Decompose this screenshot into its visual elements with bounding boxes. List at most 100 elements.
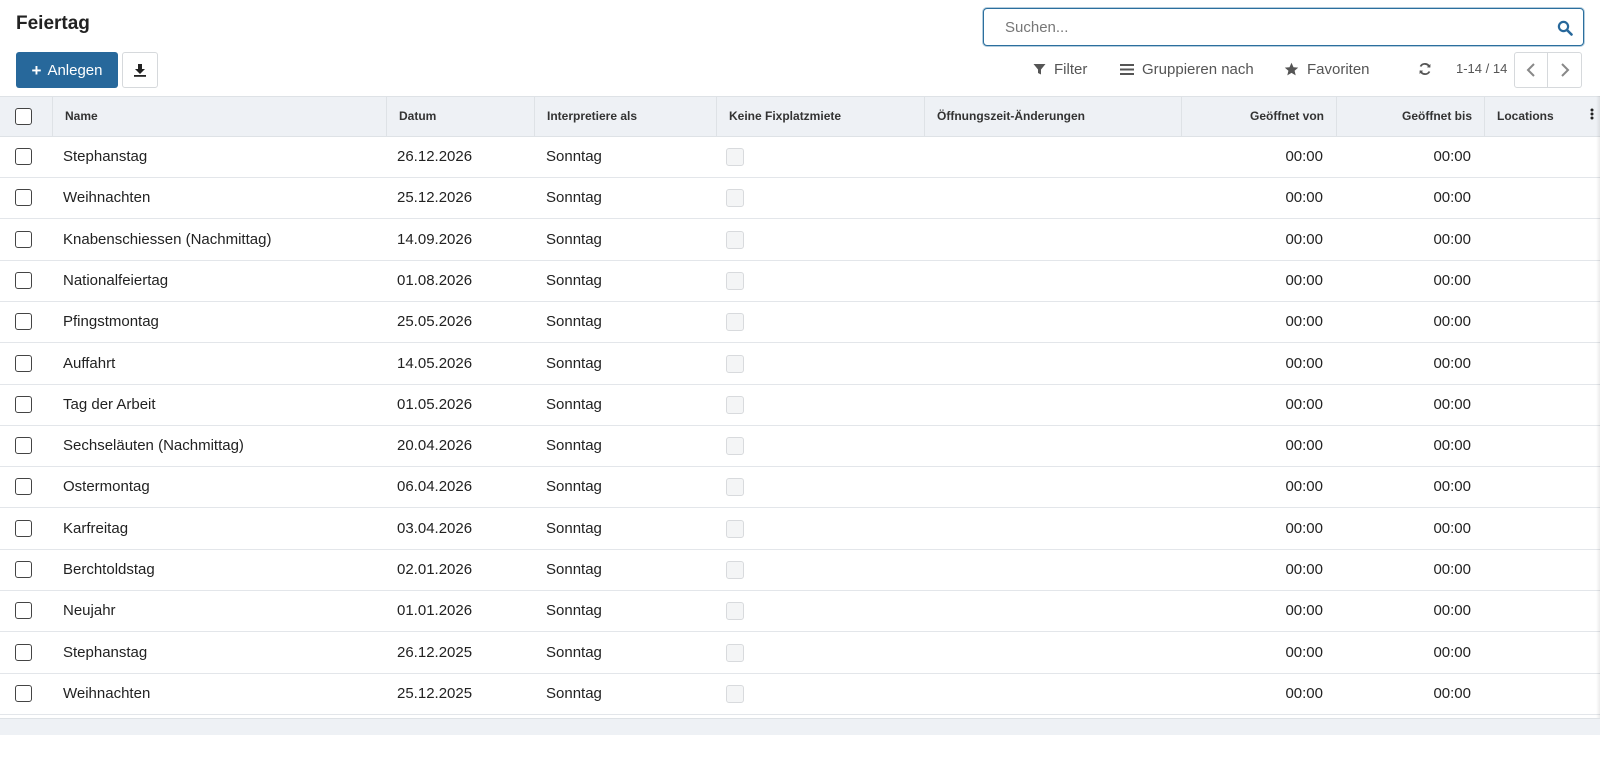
row-checkbox[interactable] [15,313,32,331]
row-checkbox[interactable] [15,561,32,578]
pager-value[interactable]: 1-14 / 14 [1456,61,1507,76]
cell-open-from: 00:00 [1285,395,1323,413]
row-checkbox[interactable] [15,148,32,165]
search-icon[interactable] [1557,20,1573,36]
row-checkbox[interactable] [15,437,32,455]
row-checkbox[interactable] [15,395,32,413]
cell-date: 01.01.2026 [397,602,473,620]
table-row[interactable]: Stephanstag 26.12.2026 Sonntag 00:00 00:00 [0,137,1600,178]
row-checkbox[interactable] [15,478,32,496]
row-checkbox[interactable] [15,602,32,620]
search-input[interactable] [984,9,1583,45]
column-header-no-fixed-rent[interactable]: Keine Fixplatzmiete [716,97,924,136]
cell-date: 25.05.2026 [397,313,473,331]
more-vertical-icon[interactable] [1590,108,1594,122]
cell-open-from: 00:00 [1285,602,1323,620]
group-by-button[interactable]: Gruppieren nach [1120,58,1254,80]
table-row[interactable]: Sechseläuten (Nachmittag) 20.04.2026 Sonnt… [0,426,1600,468]
cell-interpret: Sonntag [546,437,602,455]
list-icon [1120,63,1134,75]
table-row[interactable]: Knabenschiessen (Nachmittag) 14.09.2026 So… [0,220,1600,261]
chevron-left-icon [1526,63,1535,77]
cell-interpret: Sonntag [546,561,602,578]
column-header-open-until[interactable]: Geöffnet bis [1336,97,1484,136]
cell-open-until: 00:00 [1433,148,1471,165]
refresh-button[interactable] [1418,58,1432,80]
cell-name: Auffahrt [63,354,116,372]
favorites-button[interactable]: Favoriten [1284,58,1370,80]
cell-no-fixed-rent-checkbox [726,478,744,497]
table-row[interactable]: Ostermontag 06.04.2026 Sonntag 00:00 00:00 [0,467,1600,509]
column-header-locations[interactable]: Locations [1484,97,1586,136]
column-header-name[interactable]: Name [52,97,386,136]
create-button[interactable]: + Anlegen [16,52,118,88]
cell-date: 01.08.2026 [397,271,473,289]
column-header-date[interactable]: Datum [386,97,534,136]
cell-name: Pfingstmontag [63,313,159,331]
cell-interpret: Sonntag [546,395,602,413]
cell-open-from: 00:00 [1285,437,1323,455]
cell-open-from: 00:00 [1285,684,1323,702]
refresh-icon [1419,63,1431,75]
cell-open-from: 00:00 [1285,478,1323,496]
table-row[interactable]: Neujahr 01.01.2026 Sonntag 00:00 00:00 [0,591,1600,633]
download-icon [134,64,146,77]
horizontal-scroll-shadow [1596,96,1600,718]
cell-no-fixed-rent-checkbox [726,519,744,538]
table-row[interactable]: Auffahrt 14.05.2026 Sonntag 00:00 00:00 [0,344,1600,385]
chevron-right-icon [1560,63,1569,77]
cell-no-fixed-rent-checkbox [726,437,744,456]
cell-name: Karfreitag [63,519,129,537]
cell-no-fixed-rent-checkbox [726,189,744,208]
cell-interpret: Sonntag [546,478,602,496]
cell-open-until: 00:00 [1433,395,1471,413]
row-checkbox[interactable] [15,643,32,661]
cell-name: Nationalfeiertag [63,271,169,289]
cell-interpret: Sonntag [546,519,602,537]
cell-name: Stephanstag [63,148,148,165]
cell-open-until: 00:00 [1433,478,1471,496]
table-row[interactable]: Berchtoldstag 02.01.2026 Sonntag 00:00 00:00 [0,550,1600,591]
plus-icon: + [31,60,42,80]
column-header-opening-changes[interactable]: Öffnungszeit-Änderungen [924,97,1181,136]
select-all-checkbox[interactable] [15,108,32,125]
cell-interpret: Sonntag [546,354,602,372]
cell-open-from: 00:00 [1285,354,1323,372]
download-button[interactable] [122,52,158,88]
table-row[interactable]: Pfingstmontag 25.05.2026 Sonntag 00:00 00:00 [0,302,1600,344]
table-row[interactable]: Tag der Arbeit 01.05.2026 Sonntag 00:00 00:0… [0,385,1600,426]
table-row[interactable]: Weihnachten 25.12.2026 Sonntag 00:00 00:00 [0,178,1600,220]
row-checkbox[interactable] [15,519,32,537]
cell-open-until: 00:00 [1433,519,1471,537]
cell-open-from: 00:00 [1285,313,1323,331]
filter-button[interactable]: Filter [1033,58,1087,80]
table-row[interactable]: Stephanstag 26.12.2025 Sonntag 00:00 00:00 [0,633,1600,674]
pager-previous-button[interactable] [1514,52,1548,88]
cell-date: 25.12.2025 [397,684,473,702]
column-header-open-from[interactable]: Geöffnet von [1181,97,1336,136]
cell-interpret: Sonntag [546,148,602,165]
row-checkbox[interactable] [15,354,32,372]
cell-name: Ostermontag [63,478,150,496]
table-row[interactable]: Karfreitag 03.04.2026 Sonntag 00:00 00:00 [0,509,1600,550]
cell-interpret: Sonntag [546,189,602,207]
cell-name: Berchtoldstag [63,561,155,578]
cell-open-until: 00:00 [1433,561,1471,578]
cell-open-from: 00:00 [1285,230,1323,248]
search-box[interactable] [983,8,1584,46]
column-header-interpret[interactable]: Interpretiere als [534,97,716,136]
pager-next-button[interactable] [1548,52,1582,88]
row-checkbox[interactable] [15,684,32,702]
cell-date: 20.04.2026 [397,437,473,455]
row-checkbox[interactable] [15,230,32,248]
cell-date: 25.12.2026 [397,189,473,207]
table-row[interactable]: Nationalfeiertag 01.08.2026 Sonntag 00:00 00… [0,261,1600,302]
favorites-label: Favoriten [1307,60,1370,78]
row-checkbox[interactable] [15,271,32,289]
table-row[interactable]: Weihnachten 25.12.2025 Sonntag 00:00 00:00 [0,674,1600,715]
cell-no-fixed-rent-checkbox [726,561,744,579]
cell-date: 06.04.2026 [397,478,473,496]
cell-no-fixed-rent-checkbox [726,643,744,662]
row-checkbox[interactable] [15,189,32,207]
cell-date: 14.09.2026 [397,230,473,248]
